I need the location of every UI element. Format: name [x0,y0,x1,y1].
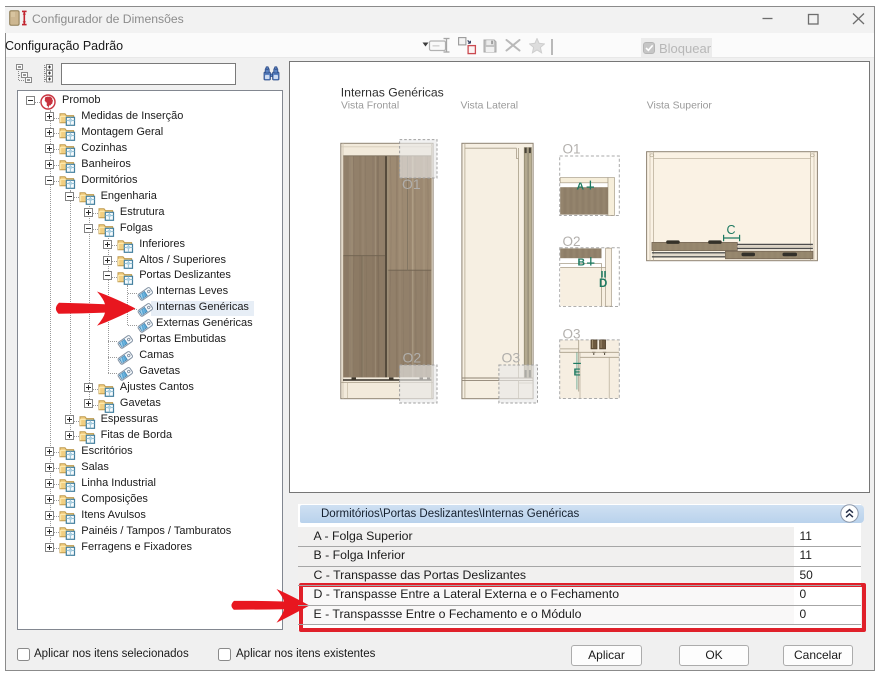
svg-text:O3: O3 [563,327,581,342]
svg-text:D: D [599,278,607,290]
svg-text:A: A [577,181,585,193]
svg-text:O3: O3 [502,350,521,366]
svg-text:E: E [574,367,581,379]
svg-text:Vista Lateral: Vista Lateral [461,101,519,112]
svg-text:Internas Genéricas: Internas Genéricas [341,86,444,100]
svg-text:C: C [727,223,736,237]
svg-text:B: B [578,257,586,269]
svg-text:Vista Superior: Vista Superior [647,101,713,112]
svg-text:O1: O1 [563,142,581,157]
svg-text:O2: O2 [563,234,581,249]
svg-text:O1: O1 [402,176,421,192]
svg-text:Vista Frontal: Vista Frontal [341,101,399,112]
svg-text:O2: O2 [403,350,422,366]
